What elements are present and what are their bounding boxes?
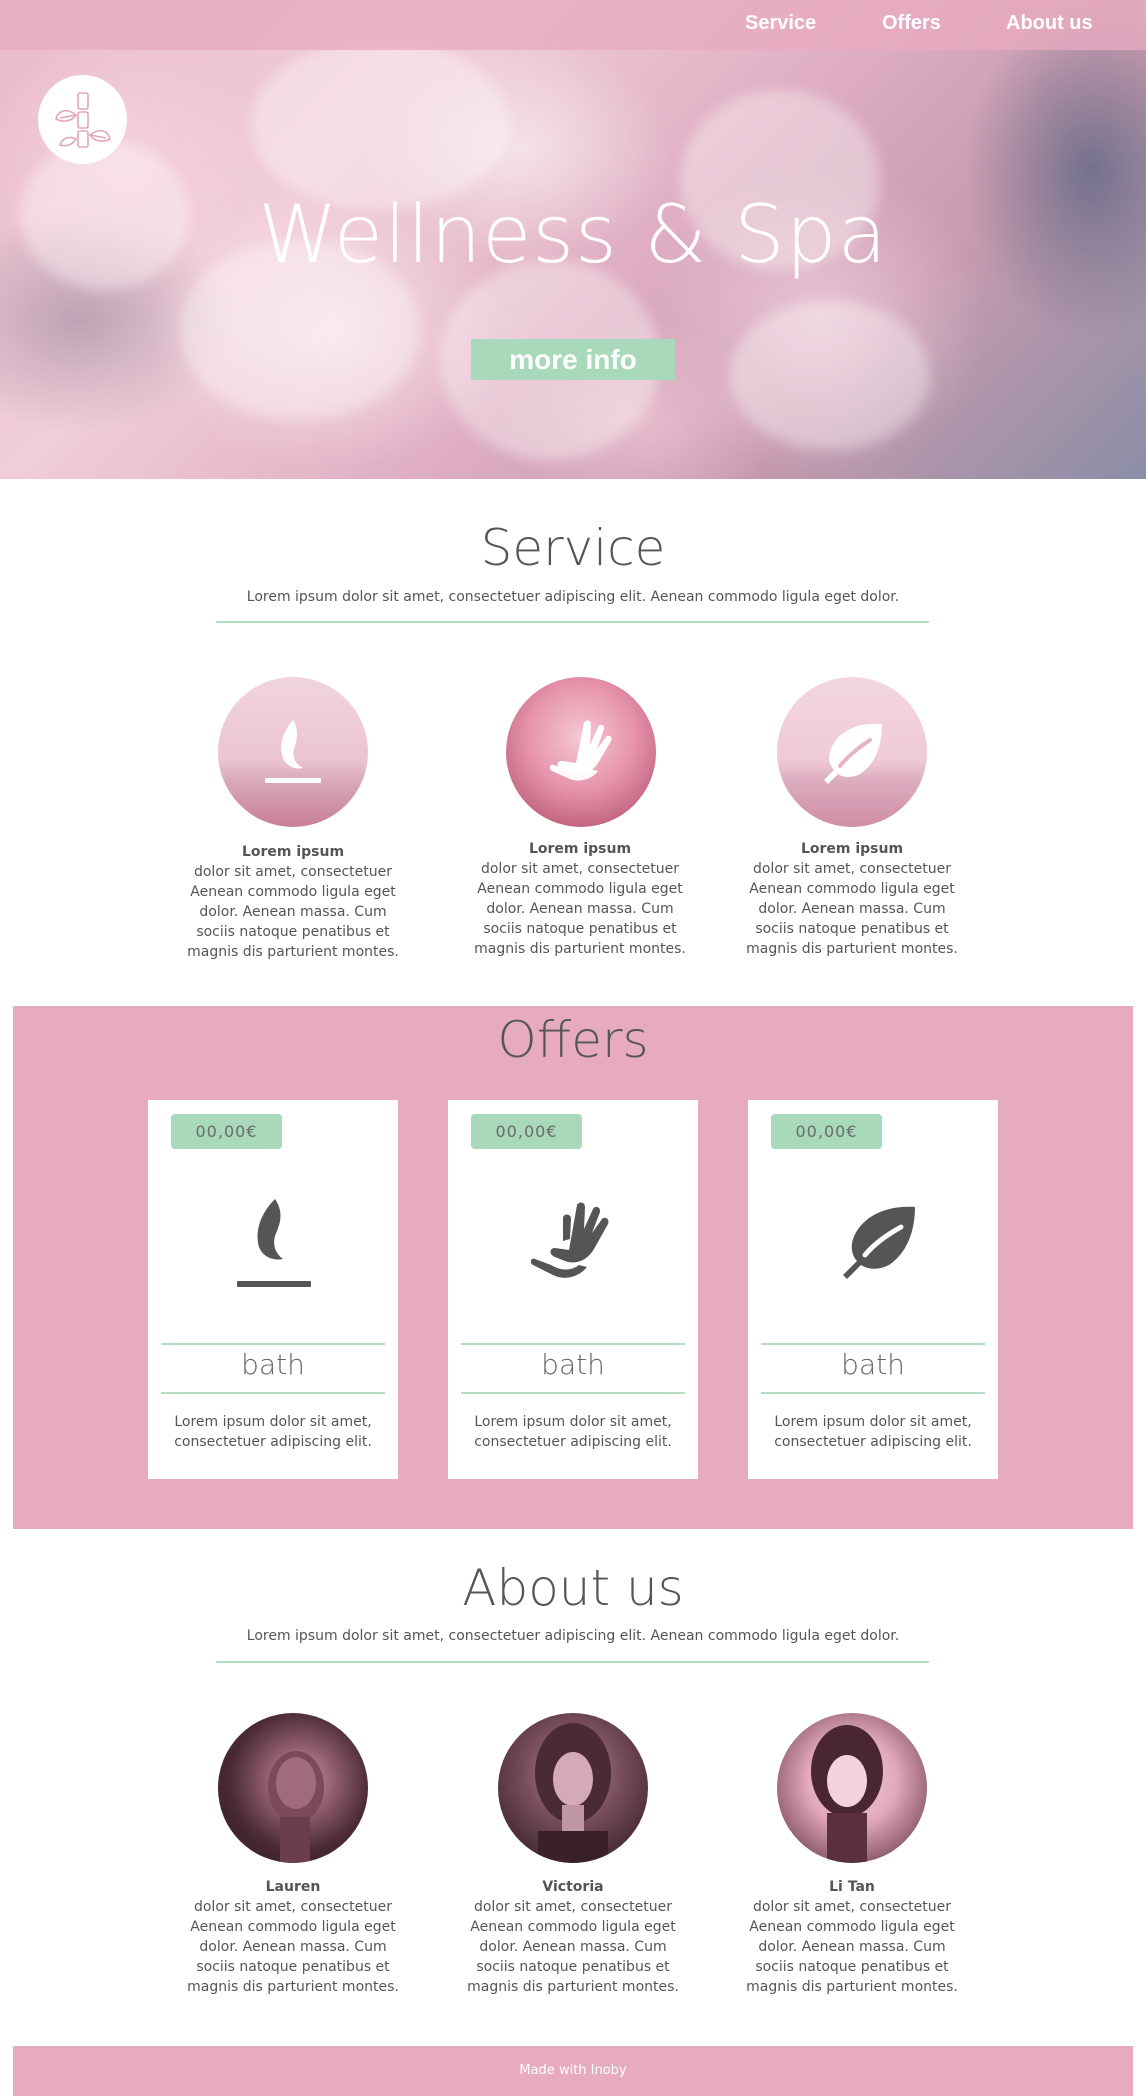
service-heading-3: Lorem ipsum [800, 841, 904, 857]
nav-link-service[interactable]: Service [745, 12, 816, 35]
hands-icon [549, 720, 612, 781]
service-section-title: Service [480, 519, 666, 577]
hero-flower-petal [730, 300, 930, 450]
more-info-button[interactable]: more info [471, 339, 675, 380]
nav-link-offers[interactable]: Offers [882, 12, 941, 35]
service-text-3: Lorem ipsum dolor sit amet, consectetuer… [742, 839, 962, 959]
offer-description: Lorem ipsum dolor sit amet, consectetuer… [774, 1414, 972, 1450]
service-image-2 [506, 677, 656, 827]
offer-card-2[interactable]: 00,00€ bath Lorem ipsum dolor sit amet, … [448, 1100, 698, 1479]
price-badge: 00,00€ [471, 1114, 582, 1149]
member-body-1: dolor sit amet, consectetuer Aenean comm… [187, 1899, 399, 1995]
offer-divider-top [461, 1343, 685, 1345]
offer-card-3[interactable]: 00,00€ bath Lorem ipsum dolor sit amet, … [748, 1100, 998, 1479]
offer-description: Lorem ipsum dolor sit amet, consectetuer… [474, 1414, 672, 1450]
site-logo[interactable] [38, 75, 127, 164]
service-section-subtitle: Lorem ipsum dolor sit amet, consectetuer… [246, 589, 900, 605]
offer-divider-bottom [461, 1392, 685, 1394]
nav-link-about-us[interactable]: About us [1006, 12, 1093, 35]
about-section-title: About us [462, 1559, 684, 1617]
flame-icon [237, 1199, 311, 1287]
footer-text[interactable]: Made with Inoby [519, 2063, 626, 2078]
avatar-victoria [498, 1713, 648, 1863]
member-text-2: Victoria dolor sit amet, consectetuer Ae… [463, 1877, 683, 1997]
about-section-subtitle: Lorem ipsum dolor sit amet, consectetuer… [246, 1628, 900, 1644]
offers-section-title: Offers [497, 1011, 649, 1069]
portrait-image [811, 1725, 883, 1863]
offer-card-1[interactable]: 00,00€ bath Lorem ipsum dolor sit amet, … [148, 1100, 398, 1479]
hero-banner: Service Offers About us Wellness & Spa m… [0, 0, 1146, 479]
member-text-3: Li Tan dolor sit amet, consectetuer Aene… [742, 1877, 962, 1997]
service-text-1: Lorem ipsum dolor sit amet, consectetuer… [183, 842, 403, 962]
member-body-2: dolor sit amet, consectetuer Aenean comm… [467, 1899, 679, 1995]
member-body-3: dolor sit amet, consectetuer Aenean comm… [746, 1899, 958, 1995]
bamboo-leaf-logo-icon [54, 91, 111, 148]
offer-divider-bottom [161, 1392, 385, 1394]
service-divider [216, 621, 929, 623]
flame-icon [265, 720, 321, 783]
service-body-1: dolor sit amet, consectetuer Aenean comm… [187, 864, 399, 960]
hero-title: Wellness & Spa [258, 188, 888, 281]
member-name-1: Lauren [265, 1879, 321, 1895]
price-badge: 00,00€ [771, 1114, 882, 1149]
leaf-icon [843, 1206, 915, 1279]
service-text-2: Lorem ipsum dolor sit amet, consectetuer… [470, 839, 690, 959]
offer-divider-bottom [761, 1392, 985, 1394]
offer-divider-top [761, 1343, 985, 1345]
offer-description: Lorem ipsum dolor sit amet, consectetuer… [174, 1414, 372, 1450]
hero-flower-petal [250, 40, 510, 210]
footer: Made with Inoby [13, 2046, 1133, 2096]
portrait-image [535, 1723, 611, 1863]
top-navbar: Service Offers About us [0, 0, 1146, 50]
service-body-2: dolor sit amet, consectetuer Aenean comm… [474, 861, 686, 957]
avatar-li-tan [777, 1713, 927, 1863]
offer-name: bath [841, 1348, 905, 1381]
offer-name: bath [241, 1348, 305, 1381]
hands-icon [530, 1202, 609, 1278]
member-text-1: Lauren dolor sit amet, consectetuer Aene… [183, 1877, 403, 1997]
member-name-3: Li Tan [829, 1879, 875, 1895]
member-name-2: Victoria [542, 1879, 604, 1895]
about-divider [216, 1661, 929, 1663]
leaf-icon [824, 723, 882, 784]
offer-name: bath [541, 1348, 605, 1381]
offer-divider-top [161, 1343, 385, 1345]
portrait-image [268, 1751, 324, 1863]
service-image-3 [777, 677, 927, 827]
avatar-lauren [218, 1713, 368, 1863]
price-badge: 00,00€ [171, 1114, 282, 1149]
service-heading-1: Lorem ipsum [241, 844, 345, 860]
service-image-1 [218, 677, 368, 827]
service-body-3: dolor sit amet, consectetuer Aenean comm… [746, 861, 958, 957]
service-heading-2: Lorem ipsum [528, 841, 632, 857]
